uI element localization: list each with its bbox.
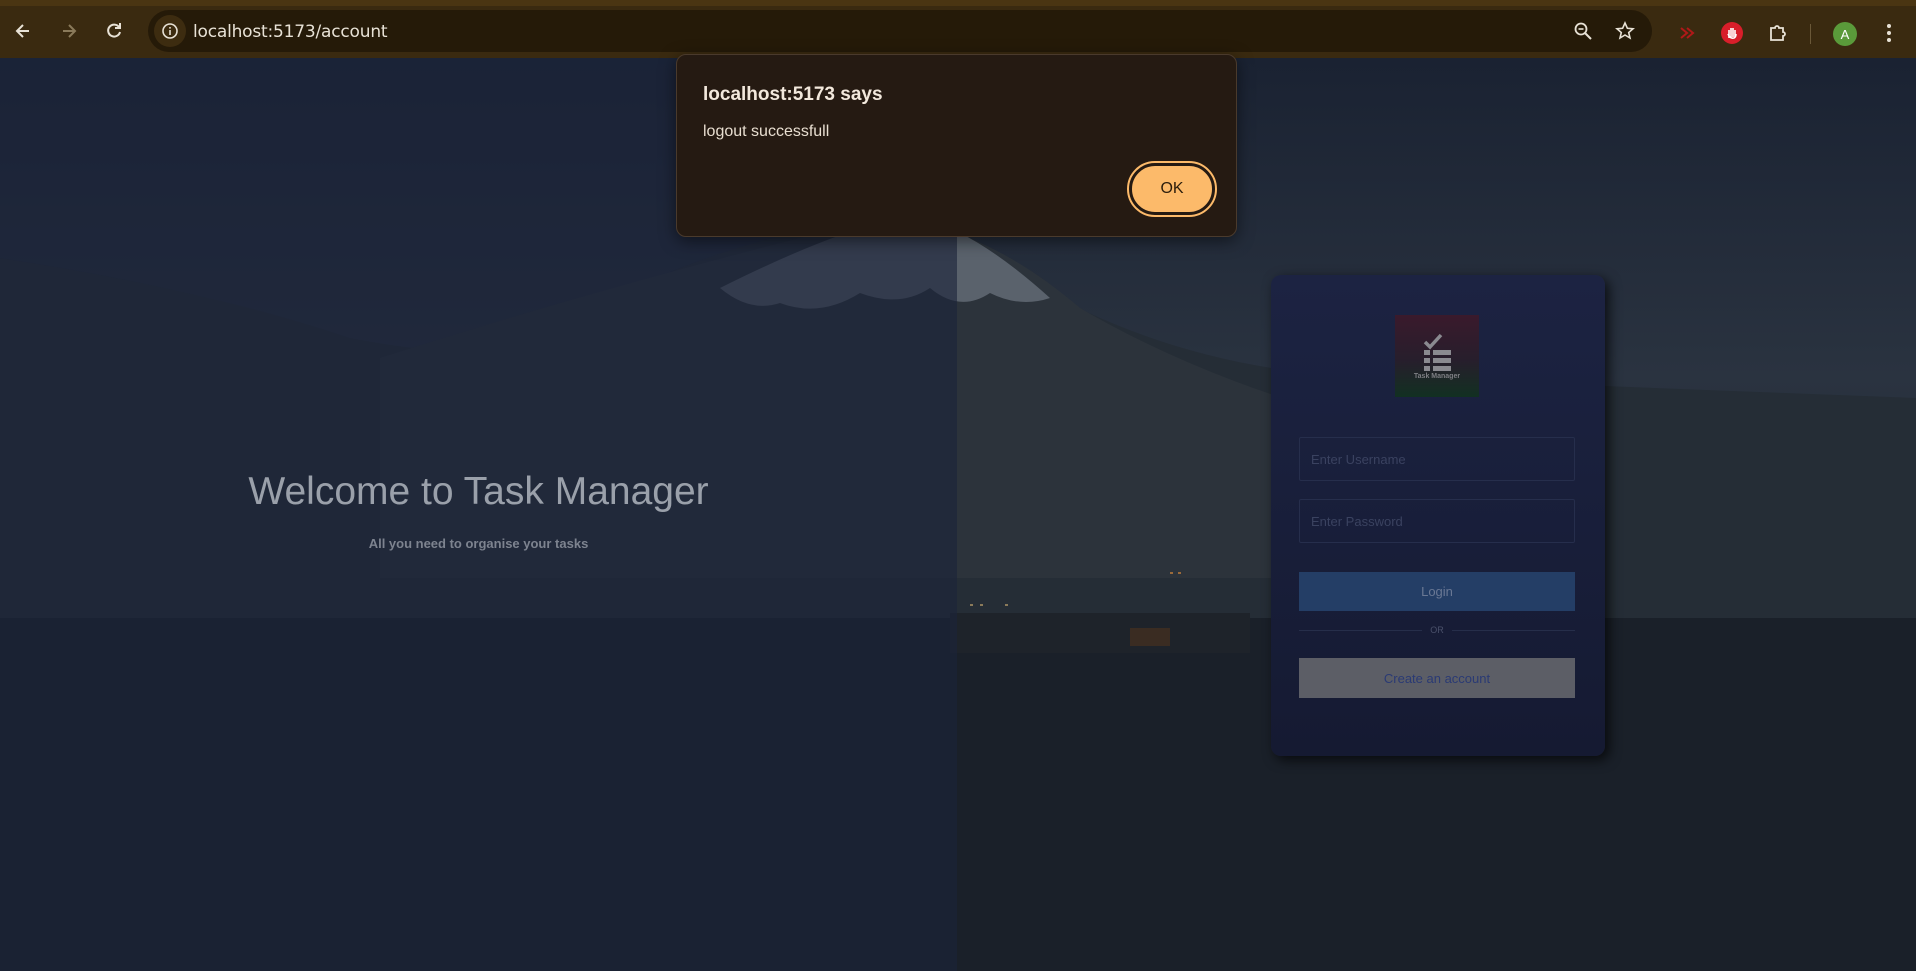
- reload-icon: [107, 23, 121, 38]
- or-line-right: [1451, 629, 1575, 631]
- url-text[interactable]: localhost:5173/account: [193, 22, 388, 42]
- back-icon: [15, 24, 29, 38]
- profile-avatar[interactable]: A: [1833, 22, 1857, 46]
- dialog-message: logout successfull: [703, 123, 830, 140]
- logo-text: Task Manager: [1413, 373, 1461, 380]
- create-account-button[interactable]: Create an account: [1299, 658, 1575, 698]
- zoom-button[interactable]: [1571, 19, 1595, 43]
- site-info-button[interactable]: [154, 15, 186, 47]
- login-card: Task Manager Login OR Create an account: [1271, 275, 1605, 756]
- extension-red-button[interactable]: [1674, 20, 1700, 46]
- login-button[interactable]: Login: [1299, 572, 1575, 611]
- extension-hand-button[interactable]: [1719, 20, 1745, 46]
- or-text: OR: [1430, 625, 1444, 635]
- reload-button[interactable]: [97, 14, 131, 48]
- bookmark-button[interactable]: [1613, 19, 1637, 43]
- welcome-title: Welcome to Task Manager: [248, 470, 709, 513]
- username-input[interactable]: [1299, 437, 1575, 481]
- dialog-title: localhost:5173 says: [703, 84, 883, 105]
- browser-toolbar: localhost:5173/account A: [0, 0, 1916, 58]
- task-manager-logo: Task Manager: [1395, 315, 1479, 397]
- alert-dialog: localhost:5173 says logout successfull O…: [676, 54, 1237, 237]
- browser-menu-button[interactable]: [1876, 20, 1902, 46]
- checklist-icon: [1423, 333, 1451, 371]
- extension-hand-icon: [1721, 22, 1743, 44]
- password-input[interactable]: [1299, 499, 1575, 543]
- back-button[interactable]: [6, 14, 40, 48]
- toolbar-separator: [1810, 24, 1811, 44]
- address-bar[interactable]: localhost:5173/account: [148, 10, 1652, 52]
- extensions-button[interactable]: [1765, 20, 1791, 46]
- bookmark-star-icon: [1615, 21, 1635, 40]
- extension-red-icon: [1680, 27, 1695, 39]
- extensions-puzzle-icon: [1770, 25, 1786, 41]
- or-line-left: [1299, 629, 1423, 631]
- welcome-subtitle: All you need to organise your tasks: [368, 536, 589, 551]
- site-info-icon: [162, 23, 178, 39]
- ok-button[interactable]: OK: [1127, 161, 1217, 217]
- forward-icon: [63, 24, 77, 38]
- zoom-icon: [1574, 22, 1592, 40]
- menu-dots-icon: [1887, 24, 1891, 42]
- forward-button[interactable]: [52, 14, 86, 48]
- or-divider: OR: [1299, 623, 1575, 637]
